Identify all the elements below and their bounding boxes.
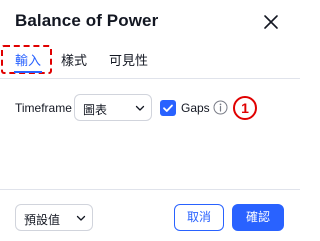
timeframe-select[interactable]: 圖表 xyxy=(74,94,152,121)
tab-style[interactable]: 樣式 xyxy=(61,50,87,69)
timeframe-label: Timeframe xyxy=(15,101,72,115)
chevron-down-icon xyxy=(135,103,145,113)
defaults-label: 預設值 xyxy=(24,213,61,227)
info-icon[interactable] xyxy=(213,100,228,115)
dialog-title: Balance of Power xyxy=(15,11,159,30)
tab-visibility[interactable]: 可見性 xyxy=(109,50,148,69)
tab-bar: 輸入 樣式 可見性 xyxy=(0,44,300,76)
close-icon[interactable] xyxy=(259,10,283,34)
gaps-label: Gaps xyxy=(181,101,210,115)
tab-inputs[interactable]: 輸入 xyxy=(15,50,41,69)
footer-divider xyxy=(0,189,300,190)
gaps-checkbox[interactable] xyxy=(160,100,176,116)
chevron-down-icon xyxy=(76,213,86,223)
ok-button[interactable]: 確認 xyxy=(232,204,284,231)
cancel-button[interactable]: 取消 xyxy=(174,204,224,231)
active-tab-indicator xyxy=(14,71,42,73)
header-divider xyxy=(0,78,300,79)
defaults-dropdown[interactable]: 預設值 xyxy=(15,204,93,231)
annotation-badge: 1 xyxy=(233,96,257,120)
dialog: Balance of Power 輸入 樣式 可見性 Timeframe 圖表 … xyxy=(0,0,300,241)
timeframe-select-value: 圖表 xyxy=(83,103,108,117)
